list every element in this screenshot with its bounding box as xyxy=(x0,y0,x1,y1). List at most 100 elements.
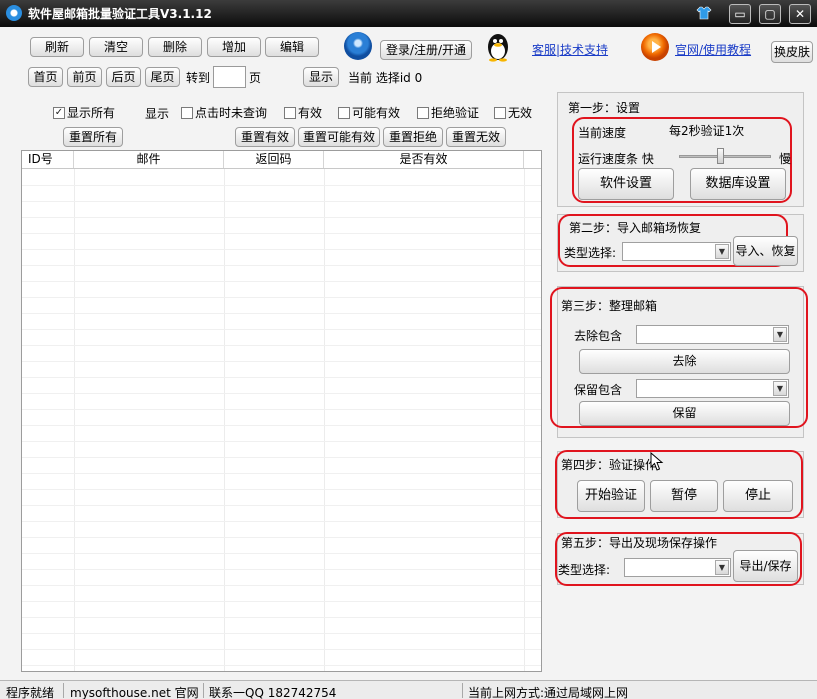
export-save-button[interactable]: 导出/保存 xyxy=(733,550,798,582)
show-filter-label: 显示 xyxy=(145,107,170,121)
step3-title: 第三步：整理邮箱 xyxy=(561,299,658,313)
keep-contains-label: 保留包含 xyxy=(574,383,623,397)
pause-button[interactable]: 暂停 xyxy=(650,480,718,512)
stop-button[interactable]: 停止 xyxy=(723,480,793,512)
software-settings-button[interactable]: 软件设置 xyxy=(578,168,674,200)
column-header-valid[interactable]: 是否有效 xyxy=(324,151,524,168)
dropdown-arrow-icon: ▼ xyxy=(773,381,787,396)
table-row xyxy=(22,505,541,506)
table-row xyxy=(22,425,541,426)
database-settings-button[interactable]: 数据库设置 xyxy=(690,168,786,200)
maximize-button[interactable]: ▢ xyxy=(759,4,781,24)
table-row xyxy=(22,217,541,218)
remove-contains-label: 去除包含 xyxy=(574,329,623,343)
column-header-return-code[interactable]: 返回码 xyxy=(224,151,324,168)
status-network: 当前上网方式:通过局域网上网 xyxy=(468,686,629,699)
column-header-id[interactable]: ID号 xyxy=(22,151,74,168)
goto-page-input[interactable] xyxy=(213,66,246,88)
table-row xyxy=(22,265,541,266)
current-speed-value: 每2秒验证1次 xyxy=(669,124,745,138)
export-type-select[interactable]: ▼ xyxy=(624,558,731,577)
show-button[interactable]: 显示 xyxy=(303,67,339,87)
column-header-email[interactable]: 邮件 xyxy=(74,151,224,168)
reset-rejected-button[interactable]: 重置拒绝 xyxy=(383,127,443,147)
remove-button[interactable]: 去除 xyxy=(579,349,790,374)
table-grid-line xyxy=(324,169,325,671)
shirt-icon[interactable] xyxy=(696,5,712,21)
delete-button[interactable]: 删除 xyxy=(148,37,202,57)
status-bar: 程序就绪 mysofthouse.net 官网 联系一QQ 182742754 … xyxy=(0,680,817,699)
minimize-button[interactable]: ▭ xyxy=(729,4,751,24)
add-button[interactable]: 增加 xyxy=(207,37,261,57)
table-row xyxy=(22,537,541,538)
status-separator xyxy=(203,683,204,698)
edit-button[interactable]: 编辑 xyxy=(265,37,319,57)
table-row xyxy=(22,649,541,650)
status-website[interactable]: mysofthouse.net 官网 xyxy=(70,684,199,699)
website-tutorial-link[interactable]: 官网/使用教程 xyxy=(675,41,751,58)
table-row xyxy=(22,313,541,314)
clear-button[interactable]: 清空 xyxy=(89,37,143,57)
dropdown-arrow-icon: ▼ xyxy=(715,244,729,259)
table-row xyxy=(22,281,541,282)
next-page-button[interactable]: 后页 xyxy=(106,67,141,87)
show-all-checkbox[interactable]: ✓ 显示所有 xyxy=(53,104,115,121)
goto-label: 转到 xyxy=(186,71,211,85)
support-link[interactable]: 客服|技术支持 xyxy=(532,41,608,58)
keep-button[interactable]: 保留 xyxy=(579,401,790,426)
title-bar[interactable]: 软件屋邮箱批量验证工具V3.1.12 ▭ ▢ ✕ xyxy=(0,0,817,27)
table-header: ID号 邮件 返回码 是否有效 xyxy=(22,151,541,169)
table-row xyxy=(22,553,541,554)
status-ready: 程序就绪 xyxy=(6,686,55,699)
app-window: 软件屋邮箱批量验证工具V3.1.12 ▭ ▢ ✕ 刷新 清空 删除 增加 编辑 … xyxy=(0,0,817,699)
table-row xyxy=(22,329,541,330)
import-type-select[interactable]: ▼ xyxy=(622,242,731,261)
export-type-label: 类型选择: xyxy=(558,563,611,577)
first-page-button[interactable]: 首页 xyxy=(28,67,63,87)
valid-checkbox[interactable]: 有效 xyxy=(284,104,322,121)
dropdown-arrow-icon: ▼ xyxy=(715,560,729,575)
rejected-checkbox[interactable]: 拒绝验证 xyxy=(417,104,479,121)
table-row xyxy=(22,457,541,458)
speed-slider-track[interactable] xyxy=(679,155,771,158)
table-row xyxy=(22,569,541,570)
reset-valid-button[interactable]: 重置有效 xyxy=(235,127,295,147)
table-row xyxy=(22,409,541,410)
user-account-icon[interactable] xyxy=(344,32,372,60)
table-row xyxy=(22,617,541,618)
login-register-button[interactable]: 登录/注册/开通 xyxy=(380,40,472,60)
prev-page-button[interactable]: 前页 xyxy=(67,67,102,87)
reset-invalid-button[interactable]: 重置无效 xyxy=(446,127,506,147)
table-row xyxy=(22,249,541,250)
status-separator xyxy=(462,683,463,698)
window-title: 软件屋邮箱批量验证工具V3.1.12 xyxy=(28,7,212,21)
step1-title: 第一步：设置 xyxy=(568,101,641,115)
keep-contains-select[interactable]: ▼ xyxy=(636,379,789,398)
table-row xyxy=(22,297,541,298)
table-row xyxy=(22,233,541,234)
app-logo-icon xyxy=(6,5,22,21)
unchecked-on-click-checkbox[interactable]: 点击时未查询 xyxy=(181,104,267,121)
reset-all-button[interactable]: 重置所有 xyxy=(63,127,123,147)
last-page-button[interactable]: 尾页 xyxy=(145,67,180,87)
slow-label: 慢 xyxy=(779,152,792,166)
import-restore-button[interactable]: 导入、恢复 xyxy=(733,236,798,266)
maybe-valid-checkbox[interactable]: 可能有效 xyxy=(338,104,400,121)
table-row xyxy=(22,633,541,634)
invalid-checkbox[interactable]: 无效 xyxy=(494,104,532,121)
table-row xyxy=(22,601,541,602)
play-icon[interactable] xyxy=(641,33,669,61)
current-selection-label: 当前 选择id 0 xyxy=(348,71,423,85)
speed-bar-label: 运行速度条 快 xyxy=(578,152,654,166)
qq-penguin-icon[interactable] xyxy=(485,32,511,62)
reset-maybe-button[interactable]: 重置可能有效 xyxy=(298,127,380,147)
change-skin-button[interactable]: 换皮肤 xyxy=(771,41,813,63)
close-button[interactable]: ✕ xyxy=(789,4,811,24)
table-row xyxy=(22,377,541,378)
speed-slider-thumb[interactable] xyxy=(717,148,725,164)
refresh-button[interactable]: 刷新 xyxy=(30,37,84,57)
import-type-label: 类型选择: xyxy=(564,246,617,260)
start-verify-button[interactable]: 开始验证 xyxy=(577,480,645,512)
email-table[interactable]: ID号 邮件 返回码 是否有效 xyxy=(21,150,542,672)
remove-contains-select[interactable]: ▼ xyxy=(636,325,789,344)
